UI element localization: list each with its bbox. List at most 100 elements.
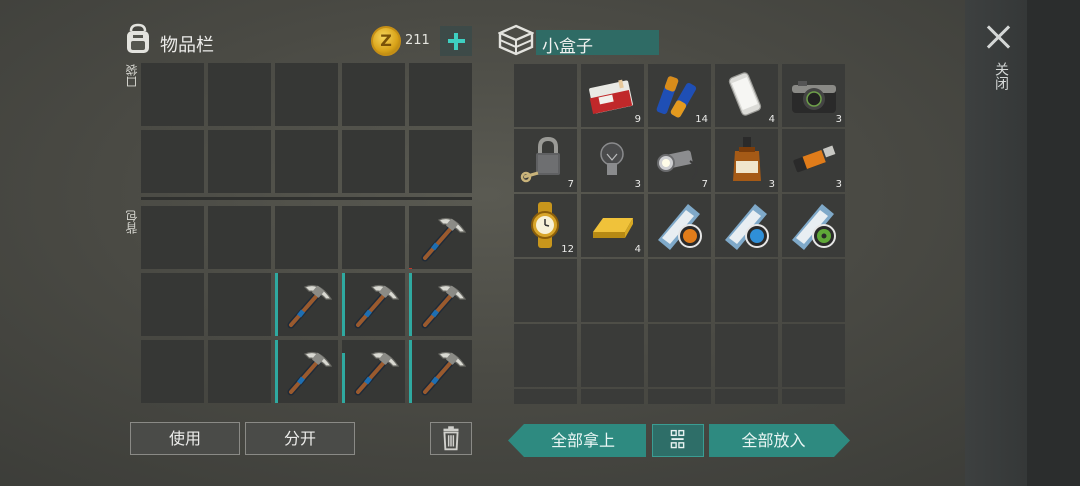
backpack-slot[interactable] [342, 206, 405, 269]
container-slot[interactable]: 12 [514, 194, 577, 257]
pocket-slot[interactable] [208, 130, 271, 193]
item-quantity: 4 [634, 244, 641, 255]
pocket-slot[interactable] [141, 63, 204, 126]
backpack-slot[interactable] [342, 340, 405, 403]
backpack-slot[interactable] [409, 273, 472, 336]
gold-bar-icon [593, 218, 633, 238]
container-slot[interactable]: 4 [581, 194, 644, 257]
flashlight-icon [657, 150, 698, 180]
container-slot[interactable] [514, 64, 577, 127]
backpack-slot[interactable] [275, 273, 338, 336]
pocket-slot[interactable] [208, 63, 271, 126]
grid-sort-icon [670, 429, 685, 449]
section-divider [141, 197, 472, 200]
pickaxe-icon [287, 284, 333, 329]
backpack-icon [127, 23, 149, 53]
backpack-slot[interactable] [208, 340, 271, 403]
right-edge [1027, 0, 1080, 486]
backpack-slot[interactable] [275, 206, 338, 269]
container-slot[interactable] [648, 259, 711, 322]
item-quantity: 7 [567, 179, 574, 190]
durability-bar [275, 273, 278, 336]
container-slot[interactable] [514, 324, 577, 387]
container-slot[interactable] [715, 259, 778, 322]
container-slot[interactable] [514, 389, 577, 404]
pocket-slot[interactable] [275, 63, 338, 126]
container-slot[interactable] [782, 389, 845, 404]
item-quantity: 9 [634, 114, 641, 125]
container-name: 小盒子 [542, 37, 593, 57]
close-icon[interactable] [986, 24, 1012, 50]
whiskey-icon [733, 137, 761, 181]
container-slot[interactable]: 7 [514, 129, 577, 192]
coin-count: 211 [405, 33, 430, 48]
backpack-slot[interactable] [275, 340, 338, 403]
container-slot[interactable]: 3 [782, 129, 845, 192]
coin-icon: Z [371, 26, 401, 56]
backpack-slot[interactable] [141, 273, 204, 336]
container-slot[interactable] [514, 259, 577, 322]
container-slot[interactable] [581, 324, 644, 387]
container-slot[interactable] [648, 324, 711, 387]
right-side-panel [965, 0, 1080, 486]
container-slot[interactable]: 7 [648, 129, 711, 192]
backpack-label: 背包 [125, 210, 139, 234]
map-poster-blue-icon [725, 204, 769, 250]
usb-drive-icon [793, 145, 836, 173]
trash-icon [443, 426, 459, 451]
container-slot[interactable]: 3 [715, 129, 778, 192]
durability-bar [409, 273, 412, 336]
pocket-slot[interactable] [409, 63, 472, 126]
backpack-slot[interactable] [141, 340, 204, 403]
padlock-key-icon [520, 136, 560, 183]
container-slot[interactable] [581, 389, 644, 404]
backpack-slot[interactable] [409, 340, 472, 403]
inventory-title: 物品栏 [160, 35, 214, 56]
container-slot[interactable]: 3 [581, 129, 644, 192]
backpack-slot[interactable] [208, 206, 271, 269]
item-quantity: 7 [701, 179, 708, 190]
pickaxe-icon [421, 217, 467, 262]
trash-button[interactable] [430, 422, 472, 455]
backpack-slot[interactable] [141, 206, 204, 269]
split-button[interactable]: 分开 [245, 422, 355, 455]
item-quantity: 3 [768, 179, 775, 190]
pocket-slot[interactable] [342, 63, 405, 126]
container-slot[interactable] [715, 389, 778, 404]
close-label[interactable]: 关闭 [989, 62, 1009, 90]
pocket-slot[interactable] [409, 130, 472, 193]
container-slot[interactable] [581, 259, 644, 322]
backpack-slot[interactable] [342, 273, 405, 336]
container-slot[interactable]: 4 [715, 64, 778, 127]
container-slot[interactable] [648, 194, 711, 257]
item-quantity: 14 [695, 114, 708, 125]
durability-bar [275, 340, 278, 403]
container-slot[interactable] [782, 259, 845, 322]
pickaxe-icon [354, 351, 400, 396]
map-poster-green-icon [792, 204, 836, 250]
put-all-button[interactable]: 全部放入 [709, 424, 850, 457]
container-slot[interactable]: 14 [648, 64, 711, 127]
backpack-slot[interactable] [409, 206, 472, 269]
container-slot[interactable] [782, 324, 845, 387]
pickaxe-icon [287, 351, 333, 396]
sort-button[interactable] [652, 424, 704, 457]
pocket-slot[interactable] [275, 130, 338, 193]
use-button[interactable]: 使用 [130, 422, 240, 455]
backpack-slot[interactable] [208, 273, 271, 336]
container-name-field[interactable]: 小盒子 [536, 30, 659, 57]
add-coins-button[interactable] [440, 26, 472, 56]
pocket-slot[interactable] [342, 130, 405, 193]
durability-bar [409, 340, 412, 403]
container-slot[interactable] [782, 194, 845, 257]
take-all-button[interactable]: 全部拿上 [508, 424, 646, 457]
cigarettes-icon [589, 79, 633, 114]
container-slot[interactable] [715, 324, 778, 387]
item-quantity: 3 [835, 114, 842, 125]
container-slot[interactable]: 3 [782, 64, 845, 127]
container-slot[interactable] [715, 194, 778, 257]
container-slot[interactable] [648, 389, 711, 404]
container-slot[interactable]: 9 [581, 64, 644, 127]
pocket-slot[interactable] [141, 130, 204, 193]
durability-bar [342, 353, 345, 403]
